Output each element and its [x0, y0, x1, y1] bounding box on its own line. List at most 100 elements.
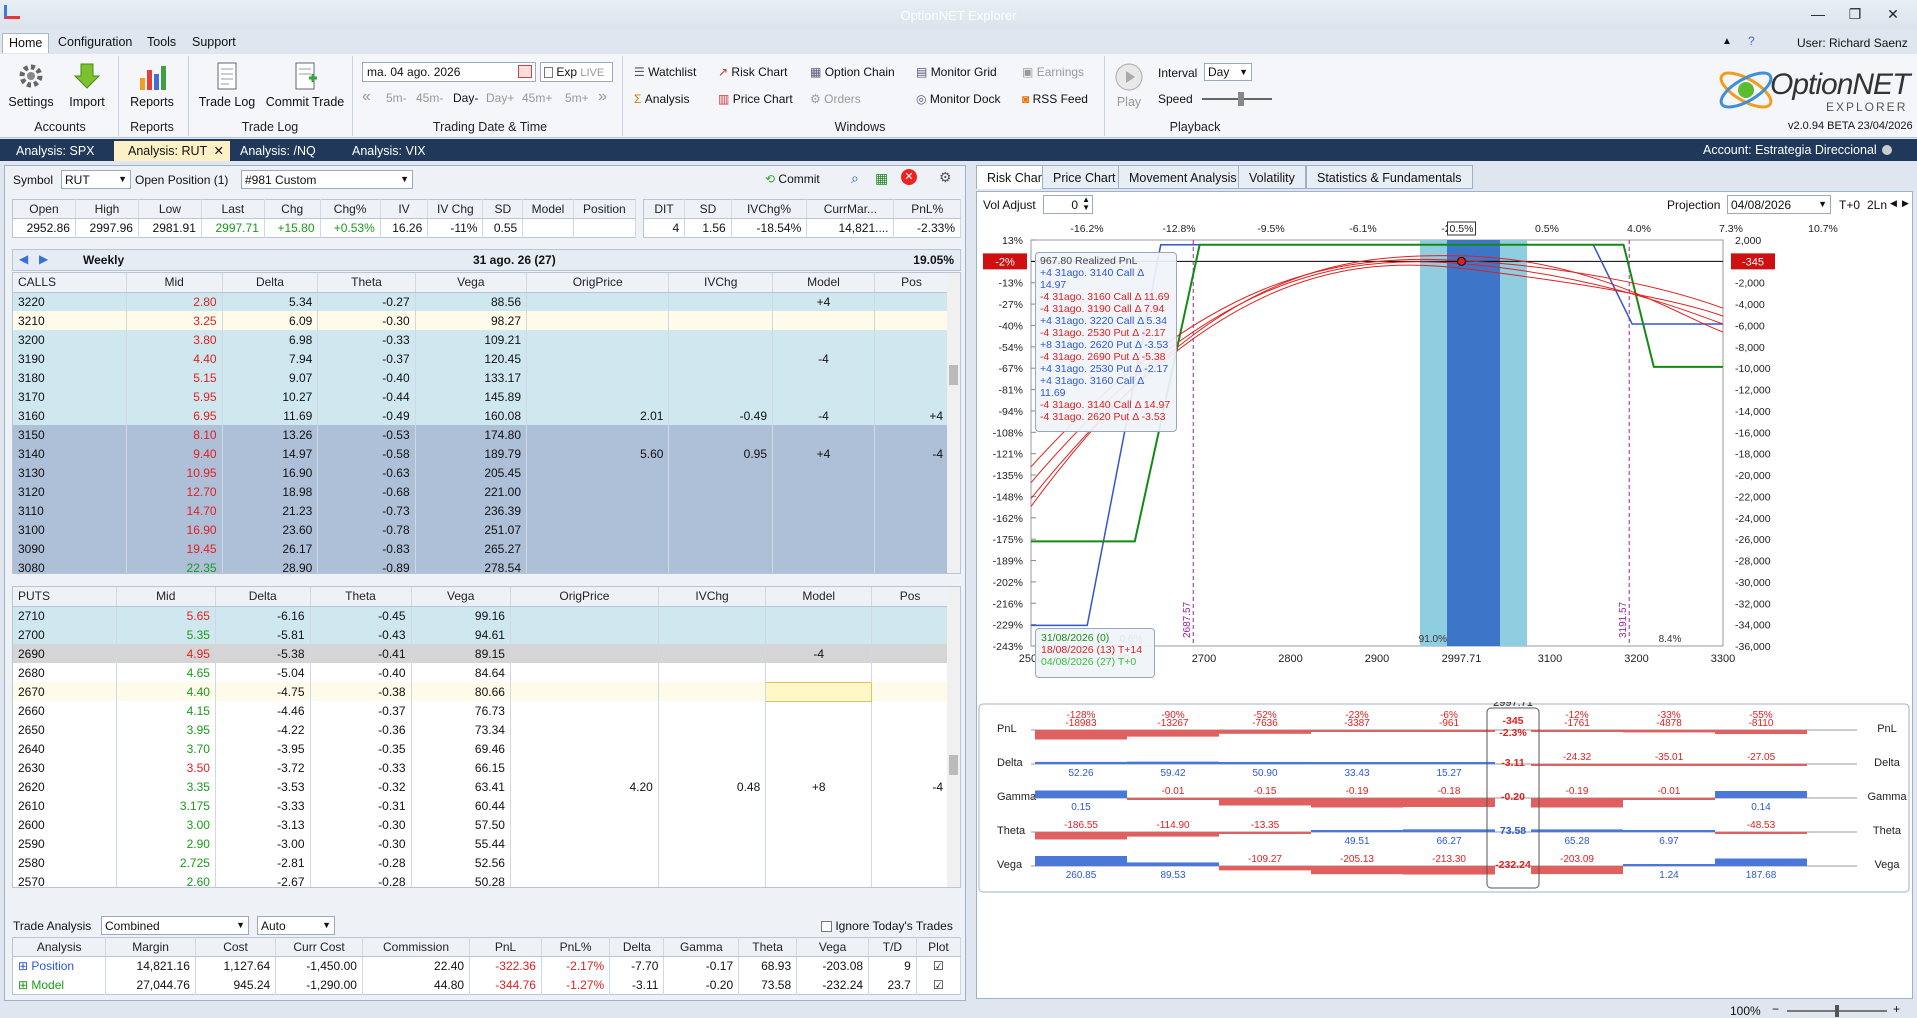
calls-scrollbar[interactable] [947, 273, 960, 573]
analysis-mode-select[interactable]: Combined ▼ [101, 916, 249, 935]
option-row[interactable]: 3160 6.95 11.69 -0.49 160.08 2.01 -0.49 -4 +4 [13, 406, 950, 425]
watchlist-button[interactable]: ☰ Watchlist [634, 65, 696, 79]
step-5m-back[interactable]: 5m- [386, 91, 407, 105]
option-row[interactable]: 2710 5.65 -6.16 -0.45 99.16 [13, 606, 949, 625]
step-forward-icon[interactable]: » [598, 88, 607, 106]
option-chain-button[interactable]: ▦ Option Chain [810, 65, 895, 79]
settings-button[interactable]: Settings [6, 60, 56, 109]
play-button[interactable]: Play [1110, 62, 1148, 109]
option-row[interactable]: 2610 3.175 -3.33 -0.31 60.44 [13, 796, 949, 815]
settings-gear-icon[interactable]: ⚙ [939, 169, 952, 186]
option-row[interactable]: 2640 3.70 -3.95 -0.35 69.46 [13, 739, 949, 758]
reports-button[interactable]: Reports [124, 60, 180, 109]
option-row[interactable]: 2590 2.90 -3.00 -0.30 55.44 [13, 834, 949, 853]
commit-button[interactable]: ⟲ Commit [765, 172, 820, 186]
risk-chart-button[interactable]: ↗ Risk Chart [718, 65, 787, 79]
projection-date-select[interactable]: 04/08/2026 ▼ [1727, 195, 1831, 214]
option-row[interactable]: 2670 4.40 -4.75 -0.38 80.66 [13, 681, 949, 702]
option-row[interactable]: 3130 10.95 16.90 -0.63 205.45 [13, 463, 950, 482]
open-position-select[interactable]: #981 Custom ▼ [241, 170, 413, 189]
option-row[interactable]: 2570 2.60 -2.67 -0.28 50.28 [13, 872, 949, 887]
option-row[interactable]: 3110 14.70 21.23 -0.73 236.39 [13, 501, 950, 520]
chart-tab[interactable]: Volatility [1238, 165, 1306, 189]
chart-tab[interactable]: Statistics & Fundamentals [1306, 165, 1473, 189]
step-5m-forward[interactable]: 5m+ [565, 91, 589, 105]
calendar-icon[interactable] [518, 65, 532, 78]
speed-slider[interactable] [1202, 92, 1272, 106]
plot-checkbox[interactable]: ☑ [933, 978, 944, 992]
option-row[interactable]: 3120 12.70 18.98 -0.68 221.00 [13, 482, 950, 501]
zoom-in-icon[interactable]: + [1893, 1002, 1900, 1016]
collapse-ribbon-icon[interactable]: ▲ [1722, 36, 1732, 47]
menu-tools[interactable]: Tools [141, 33, 182, 53]
option-row[interactable]: 2660 4.15 -4.46 -0.37 76.73 [13, 701, 949, 720]
zoom-slider[interactable] [1787, 1005, 1887, 1017]
projection-prev-icon[interactable]: ◀ [1890, 198, 1897, 209]
tab-analysis-spx[interactable]: Analysis: SPX [2, 141, 109, 161]
menu-support[interactable]: Support [186, 33, 242, 53]
slider-thumb[interactable] [1238, 92, 1244, 106]
ignore-todays-trades-checkbox[interactable]: Ignore Today's Trades [821, 919, 953, 933]
chart-tab[interactable]: Movement Analysis [1118, 165, 1248, 189]
option-row[interactable]: 2690 4.95 -5.38 -0.41 89.15 -4 [13, 644, 949, 663]
price-chart-button[interactable]: ▥ Price Chart [718, 92, 793, 106]
minimize-button[interactable]: — [1803, 4, 1833, 24]
option-row[interactable]: 3210 3.25 6.09 -0.30 98.27 [13, 311, 950, 330]
step-45m-forward[interactable]: 45m+ [522, 91, 552, 105]
option-row[interactable]: 3190 4.40 7.94 -0.37 120.45 -4 [13, 349, 950, 368]
trading-date-input[interactable]: ma. 04 ago. 2026 [362, 62, 536, 82]
option-row[interactable]: 2580 2.725 -2.81 -0.28 52.56 [13, 853, 949, 872]
menu-configuration[interactable]: Configuration [52, 33, 138, 53]
option-row[interactable]: 3150 8.10 13.26 -0.53 174.80 [13, 425, 950, 444]
option-row[interactable]: 3170 5.95 10.27 -0.44 145.89 [13, 387, 950, 406]
spinner-icon[interactable]: ▲ ▼ [1082, 196, 1090, 212]
step-day-forward[interactable]: Day+ [486, 91, 514, 105]
puts-scrollbar[interactable] [947, 587, 960, 887]
tab-analysis-vix[interactable]: Analysis: VIX [338, 141, 440, 161]
plot-checkbox[interactable]: ☑ [933, 959, 944, 973]
tab-analysis-rut[interactable]: Analysis: RUT ✕ [114, 141, 230, 161]
prev-expiry-arrow[interactable]: ◀ [19, 252, 28, 266]
auto-select[interactable]: Auto ▼ [257, 916, 335, 935]
exp-live-toggle[interactable]: Exp LIVE [540, 62, 613, 82]
commit-trade-button[interactable]: Commit Trade [264, 60, 346, 109]
step-day-back[interactable]: Day- [453, 91, 478, 105]
option-row[interactable]: 3200 3.80 6.98 -0.33 109.21 [13, 330, 950, 349]
import-button[interactable]: Import [62, 60, 112, 109]
step-45m-back[interactable]: 45m- [416, 91, 443, 105]
option-row[interactable]: 3180 5.15 9.07 -0.40 133.17 [13, 368, 950, 387]
monitor-grid-button[interactable]: ▤ Monitor Grid [916, 65, 997, 79]
vol-adjust-input[interactable]: 0 ▲ ▼ [1043, 195, 1093, 214]
menu-home[interactable]: Home [2, 33, 50, 53]
projection-next-icon[interactable]: ▶ [1902, 198, 1909, 209]
maximize-button[interactable]: ❐ [1840, 4, 1870, 24]
analysis-button[interactable]: Σ Analysis [634, 92, 689, 106]
close-tab-icon[interactable]: ✕ [214, 143, 224, 158]
option-row[interactable]: 3220 2.80 5.34 -0.27 88.56 +4 [13, 292, 950, 311]
interval-select[interactable]: Day ▼ [1204, 63, 1252, 81]
delete-icon[interactable]: ✕ [901, 169, 917, 185]
step-back-icon[interactable]: « [362, 88, 371, 106]
close-window-button[interactable]: ✕ [1878, 4, 1908, 24]
option-row[interactable]: 2700 5.35 -5.81 -0.43 94.61 [13, 625, 949, 644]
option-row[interactable]: 2680 4.65 -5.04 -0.40 84.64 [13, 663, 949, 682]
monitor-dock-button[interactable]: ◎ Monitor Dock [916, 92, 1001, 106]
zoom-out-icon[interactable]: − [1772, 1002, 1779, 1016]
help-icon[interactable]: ? [1748, 34, 1755, 48]
tab-analysis-nq[interactable]: Analysis: /NQ [226, 141, 330, 161]
trade-log-button[interactable]: Trade Log [194, 60, 260, 109]
option-row[interactable]: 3140 9.40 14.97 -0.58 189.79 5.60 0.95 +4 -4 [13, 444, 950, 463]
chart-tab[interactable]: Price Chart [1042, 165, 1127, 189]
option-row[interactable]: 2650 3.95 -4.22 -0.36 73.34 [13, 720, 949, 739]
rss-feed-button[interactable]: ◙ RSS Feed [1022, 92, 1088, 106]
option-row[interactable]: 3080 22.35 28.90 -0.89 278.54 [13, 558, 950, 573]
search-icon[interactable]: ⌕ [851, 170, 859, 187]
option-row[interactable]: 2600 3.00 -3.13 -0.30 57.50 [13, 815, 949, 834]
add-leg-icon[interactable]: ▦ [875, 170, 888, 187]
symbol-select[interactable]: RUT ▼ [61, 170, 131, 189]
option-row[interactable]: 2630 3.50 -3.72 -0.33 66.15 [13, 758, 949, 777]
option-row[interactable]: 3090 19.45 26.17 -0.83 265.27 [13, 539, 950, 558]
next-expiry-arrow[interactable]: ▶ [39, 252, 48, 266]
earnings-button[interactable]: ▣ Earnings [1022, 65, 1084, 79]
orders-button[interactable]: ⚙ Orders [810, 92, 861, 106]
